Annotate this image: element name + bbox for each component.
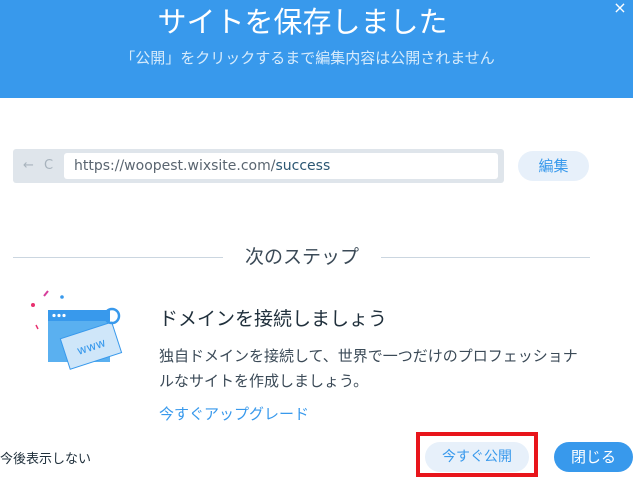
close-icon[interactable]: × — [611, 0, 629, 18]
dialog-title: サイトを保存しました — [157, 5, 448, 39]
site-url-field[interactable]: https://woopest.wixsite.com/success — [64, 153, 498, 179]
next-steps-heading: 次のステップ — [244, 246, 359, 268]
divider-right — [381, 257, 590, 258]
connect-domain-title: ドメインを接続しましょう — [159, 308, 388, 330]
close-button[interactable]: 閉じる — [554, 442, 633, 472]
divider-left — [13, 257, 223, 258]
domain-illustration-icon: www — [24, 288, 134, 384]
url-base: https://woopest.wixsite.com/ — [74, 158, 276, 174]
dont-show-again-option[interactable]: 今後表示しない — [0, 450, 91, 470]
browser-nav-icons: ← C — [23, 158, 57, 173]
upgrade-now-link[interactable]: 今すぐアップグレード — [159, 402, 309, 426]
url-preview-bar: ← C https://woopest.wixsite.com/success — [13, 149, 504, 183]
connect-domain-description: 独自ドメインを接続して、世界で一つだけのプロフェッショナルなサイトを作成しましょ… — [159, 347, 578, 390]
dialog-subtitle: 「公開」をクリックするまで編集内容は公開されません — [120, 49, 495, 67]
url-path: success — [275, 158, 331, 174]
site-saved-dialog: サイトを保存しました 「公開」をクリックするまで編集内容は公開されません × ←… — [0, 0, 633, 481]
publish-now-button[interactable]: 今すぐ公開 — [425, 442, 529, 472]
edit-url-button[interactable]: 編集 — [518, 151, 589, 181]
dialog-header: サイトを保存しました 「公開」をクリックするまで編集内容は公開されません × — [0, 0, 633, 98]
